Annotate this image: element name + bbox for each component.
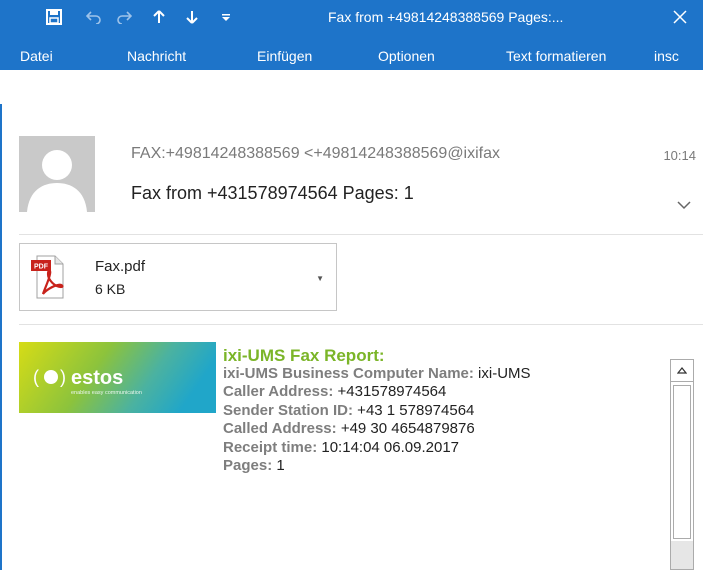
customize-qat-icon[interactable]: [212, 0, 240, 34]
tab-insc[interactable]: insc: [654, 48, 679, 64]
report-row-receipt-time: Receipt time: 10:14:04 06.09.2017: [223, 438, 459, 456]
report-row-called-address: Called Address: +49 30 4654879876: [223, 420, 475, 438]
avatar: [19, 136, 95, 212]
divider: [19, 324, 703, 325]
report-title: ixi-UMS Fax Report:: [223, 346, 385, 365]
report-row-pages: Pages: 1: [223, 457, 285, 475]
tab-optionen[interactable]: Optionen: [378, 48, 435, 64]
scroll-thumb[interactable]: [673, 385, 691, 539]
message-subject: Fax from +431578974564 Pages: 1: [131, 183, 414, 203]
window-title: Fax from +49814248388569 Pages:...: [328, 9, 564, 25]
estos-logo: ( ) estos enables easy communication: [19, 342, 216, 413]
svg-text:estos: estos: [71, 367, 123, 389]
tab-text-formatieren[interactable]: Text formatieren: [506, 48, 606, 64]
pdf-file-icon: PDF: [31, 255, 64, 299]
previous-item-icon[interactable]: [145, 0, 173, 34]
attachment-dropdown-icon[interactable]: ▼: [316, 274, 324, 283]
save-icon[interactable]: [40, 0, 68, 34]
divider: [19, 234, 703, 235]
vertical-scrollbar[interactable]: [670, 359, 694, 570]
report-row-caller-address: Caller Address: +431578974564: [223, 383, 447, 401]
svg-text:enables easy communication: enables easy communication: [71, 390, 142, 396]
tab-nachricht[interactable]: Nachricht: [127, 48, 186, 64]
received-time: 10:14: [662, 148, 696, 163]
svg-text:(: (: [33, 367, 39, 387]
fax-report: ixi-UMS Fax Report: ixi-UMS Business Com…: [223, 347, 531, 475]
expand-header-button[interactable]: [676, 198, 692, 210]
tab-einfuegen[interactable]: Einfügen: [257, 48, 312, 64]
redo-icon[interactable]: [110, 0, 138, 34]
pdf-label: PDF: [34, 264, 49, 271]
attachment-item[interactable]: PDF Fax.pdf 6 KB ▼: [19, 243, 337, 311]
triangle-up-icon: [677, 367, 687, 374]
tab-datei[interactable]: Datei: [20, 48, 53, 64]
attachment-name: Fax.pdf: [95, 258, 146, 275]
scroll-up-button[interactable]: [671, 360, 693, 382]
close-button[interactable]: [665, 2, 695, 32]
report-row-computer-name: ixi-UMS Business Computer Name: ixi-UMS: [223, 365, 531, 382]
svg-text:): ): [60, 367, 66, 387]
person-icon: [19, 136, 95, 212]
title-bar: Fax from +49814248388569 Pages:... Datei…: [0, 0, 703, 70]
left-border: [0, 104, 2, 570]
chevron-down-icon: [677, 201, 691, 210]
attachment-size: 6 KB: [95, 281, 126, 297]
report-row-sender-station: Sender Station ID: +43 1 578974564: [223, 401, 475, 419]
scroll-track[interactable]: [671, 541, 693, 569]
undo-icon[interactable]: [80, 0, 108, 34]
close-icon: [673, 10, 687, 24]
sender-address: FAX:+49814248388569 <+49814248388569@ixi…: [131, 145, 501, 162]
next-item-icon[interactable]: [178, 0, 206, 34]
